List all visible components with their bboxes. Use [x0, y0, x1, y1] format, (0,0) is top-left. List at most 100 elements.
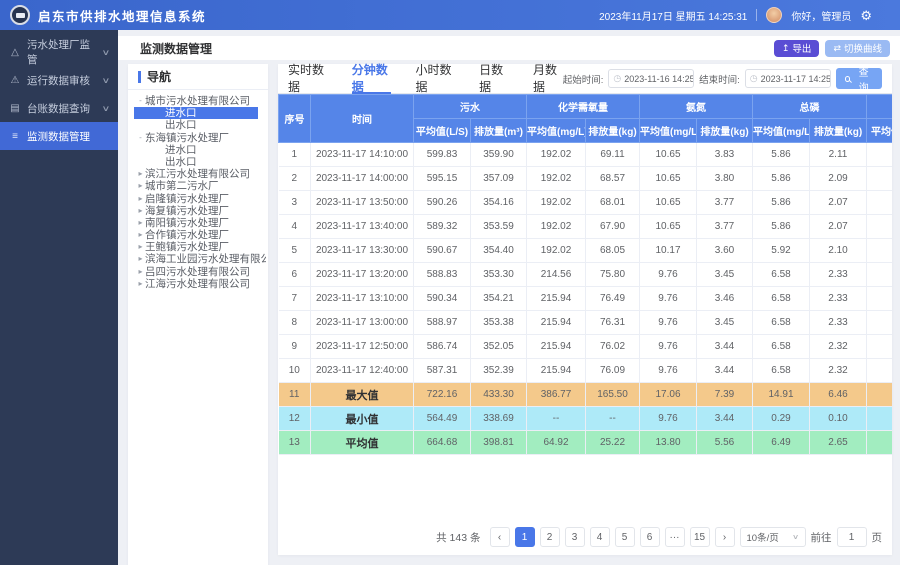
breadcrumb-bar: 监测数据管理 ↥导出 ⇄切换曲线: [118, 36, 900, 60]
nav-tree-item[interactable]: 出水口: [134, 156, 266, 168]
page-buttons: 123456···15: [515, 527, 710, 547]
tree-item-label: 进水口: [165, 107, 197, 119]
page-size-select[interactable]: 10条/页∨: [740, 527, 806, 547]
page-number-button[interactable]: 1: [515, 527, 535, 547]
cell-value: 76.49: [586, 287, 640, 311]
tree-expand-icon: -: [136, 95, 145, 107]
cell-partial: [867, 407, 893, 431]
cell-value: 2.65: [810, 431, 867, 455]
cell-value: 9.76: [640, 359, 697, 383]
prev-page-button[interactable]: ‹: [490, 527, 510, 547]
data-tab[interactable]: 月数据: [533, 64, 563, 94]
tree-item-label: 南阳镇污水处理厂: [145, 217, 229, 229]
page-number-button[interactable]: 3: [565, 527, 585, 547]
cell-value: 5.86: [753, 215, 810, 239]
nav-tree-item[interactable]: - 城市污水处理有限公司: [134, 95, 266, 107]
cell-value: 338.69: [471, 407, 527, 431]
tree-expand-icon: ▸: [136, 241, 145, 253]
page-number-button[interactable]: 6: [640, 527, 660, 547]
table-row: 12最小值564.49338.69----9.763.440.290.10: [279, 407, 893, 431]
tree-item-label: 城市第二污水厂: [145, 180, 219, 192]
cell-value: 3.80: [697, 167, 753, 191]
export-button[interactable]: ↥导出: [774, 40, 820, 57]
nav-tree-item[interactable]: ▸ 城市第二污水厂: [134, 180, 266, 192]
cell-value: 165.50: [586, 383, 640, 407]
table-row: 72023-11-17 13:10:00590.34354.21215.9476…: [279, 287, 893, 311]
nav-tree-item[interactable]: ▸ 滨江污水处理有限公司: [134, 168, 266, 180]
page-number-button[interactable]: 2: [540, 527, 560, 547]
cell-value: 192.02: [527, 143, 586, 167]
page-number-button[interactable]: 15: [690, 527, 710, 547]
app-title: 启东市供排水地理信息系统: [38, 6, 206, 25]
page-number-button[interactable]: 4: [590, 527, 610, 547]
nav-tree-item[interactable]: 进水口: [134, 144, 266, 156]
cell-time: 最大值: [311, 383, 414, 407]
nav-tree-item[interactable]: ▸ 海复镇污水处理厂: [134, 205, 266, 217]
end-time-input[interactable]: ◷2023-11-17 14:25:00: [745, 69, 831, 88]
nav-tree-item[interactable]: ▸ 王鲍镇污水处理厂: [134, 241, 266, 253]
next-page-button[interactable]: ›: [715, 527, 735, 547]
data-tab[interactable]: 实时数据: [288, 64, 328, 94]
start-time-input[interactable]: ◷2023-11-16 14:25:00: [608, 69, 694, 88]
nav-tree-item[interactable]: ▸ 启隆镇污水处理厂: [134, 193, 266, 205]
table-row: 92023-11-17 12:50:00586.74352.05215.9476…: [279, 335, 893, 359]
cell-value: 76.02: [586, 335, 640, 359]
switch-curve-button[interactable]: ⇄切换曲线: [825, 40, 890, 57]
cell-value: 76.09: [586, 359, 640, 383]
cell-value: 17.06: [640, 383, 697, 407]
cell-value: 3.45: [697, 311, 753, 335]
nav-tree-item[interactable]: - 东海镇污水处理厂: [134, 132, 266, 144]
cell-value: 192.02: [527, 215, 586, 239]
query-button[interactable]: 查询: [836, 68, 882, 89]
sidebar-menu-item[interactable]: ▤ 台账数据查询 ∨: [0, 94, 118, 122]
plant-icon: △: [9, 47, 21, 58]
column-header: 平均值(L/S): [414, 119, 471, 143]
cell-seq: 11: [279, 383, 311, 407]
data-tab[interactable]: 小时数据: [415, 64, 455, 94]
chevron-down-icon: ∨: [792, 533, 799, 541]
nav-tree-item[interactable]: 进水口: [134, 107, 258, 119]
cell-value: 5.86: [753, 167, 810, 191]
sidebar-menu-item[interactable]: ⚠ 运行数据审核 ∨: [0, 66, 118, 94]
tree-item-label: 城市污水处理有限公司: [145, 95, 250, 107]
sidebar-menu-item[interactable]: △ 污水处理厂监管 ∨: [0, 38, 118, 66]
tree-expand-icon: ▸: [136, 278, 145, 290]
settings-gear-icon[interactable]: ⚙: [860, 9, 872, 22]
more-pages-button[interactable]: ···: [665, 527, 685, 547]
cell-value: 68.57: [586, 167, 640, 191]
page-number-button[interactable]: 5: [615, 527, 635, 547]
menu-item-label: 运行数据审核: [27, 73, 90, 88]
nav-tree-item[interactable]: ▸ 吕四污水处理有限公司: [134, 266, 266, 278]
nav-tree-item[interactable]: ▸ 南阳镇污水处理厂: [134, 217, 266, 229]
tree-item-label: 出水口: [165, 119, 197, 131]
tree-expand-icon: ▸: [136, 180, 145, 192]
cell-time: 2023-11-17 13:10:00: [311, 287, 414, 311]
cell-partial: [867, 167, 893, 191]
user-avatar: [766, 7, 782, 23]
nav-tree-item[interactable]: 出水口: [134, 119, 266, 131]
table-row: 82023-11-17 13:00:00588.97353.38215.9476…: [279, 311, 893, 335]
cell-partial: [867, 431, 893, 455]
menu-item-label: 台账数据查询: [27, 101, 90, 116]
cell-value: 25.22: [586, 431, 640, 455]
cell-value: 5.56: [697, 431, 753, 455]
data-tab[interactable]: 分钟数据: [352, 64, 392, 94]
cell-value: 67.90: [586, 215, 640, 239]
cell-seq: 10: [279, 359, 311, 383]
chevron-down-icon: ∨: [102, 104, 111, 113]
tree-item-label: 进水口: [165, 144, 197, 156]
tree-expand-icon: -: [136, 132, 145, 144]
cell-value: 215.94: [527, 335, 586, 359]
cell-partial: [867, 383, 893, 407]
cell-value: 386.77: [527, 383, 586, 407]
tree-expand-icon: ▸: [136, 205, 145, 217]
sidebar-menu-item[interactable]: ≡ 监测数据管理 ∨: [0, 122, 118, 150]
clock-icon: ◷: [750, 73, 758, 84]
nav-tree-item[interactable]: ▸ 合作镇污水处理厂: [134, 229, 266, 241]
goto-page-input[interactable]: 1: [837, 527, 867, 547]
nav-tree-item[interactable]: ▸ 江海污水处理有限公司: [134, 278, 266, 290]
data-tab[interactable]: 日数据: [479, 64, 509, 94]
nav-tree-item[interactable]: ▸ 滨海工业园污水处理有限公司: [134, 253, 266, 265]
query-label: 查询: [854, 64, 873, 94]
cell-value: 2.32: [810, 359, 867, 383]
